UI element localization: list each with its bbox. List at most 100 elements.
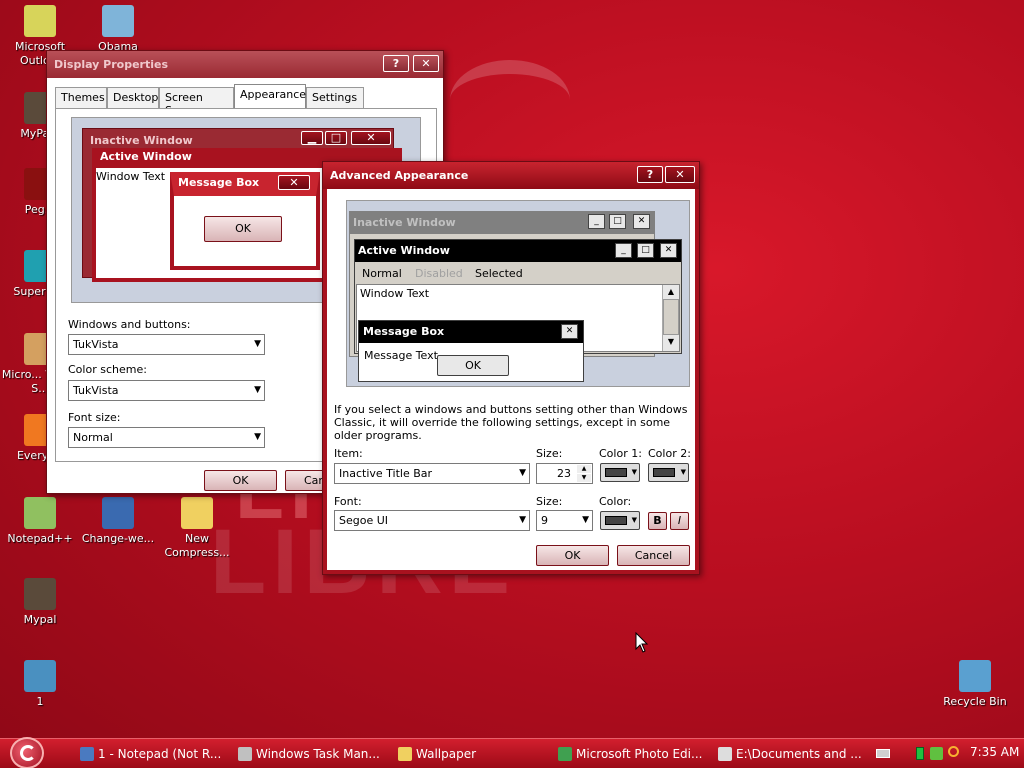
item-value: Inactive Title Bar	[339, 467, 433, 480]
mouse-cursor-icon	[635, 632, 649, 653]
maximize-icon: □	[637, 243, 654, 258]
preview-message-box: Message Box ✕ OK	[170, 172, 320, 270]
adv-message-box-title: Message Box	[359, 321, 583, 343]
color1-label: Color 1:	[599, 447, 642, 460]
zip-folder-icon	[181, 497, 213, 529]
start-button[interactable]	[10, 737, 44, 768]
app-icon	[80, 747, 94, 761]
font-color-picker[interactable]: ▼	[600, 511, 640, 530]
close-button[interactable]: ✕	[665, 166, 695, 183]
search-icon[interactable]	[948, 746, 959, 757]
scroll-thumb	[663, 299, 679, 335]
windows-buttons-select[interactable]: TukVista ▼	[68, 334, 265, 355]
maximize-icon: □	[609, 214, 626, 229]
taskbar-button[interactable]: E:\Documents and ...	[716, 743, 866, 765]
obama-image-icon	[102, 5, 134, 37]
scroll-down-icon: ▼	[667, 337, 675, 346]
scrollbar: ▲ ▼	[662, 285, 679, 351]
menu-normal: Normal	[362, 267, 402, 280]
outlook-icon	[24, 5, 56, 37]
color-swatch	[605, 516, 627, 525]
color-swatch	[653, 468, 675, 477]
desktop-icon-label: Mypal	[23, 613, 57, 626]
network-icon[interactable]	[916, 747, 924, 760]
font-select[interactable]: Segoe UI ▼	[334, 510, 530, 531]
taskbar-button[interactable]: Microsoft Photo Edi...	[556, 743, 706, 765]
adv-window-text: Window Text	[360, 287, 430, 300]
window-title: Display Properties	[54, 58, 169, 71]
chevron-down-icon: ▼	[631, 516, 637, 524]
taskbar-button[interactable]: Wallpaper	[396, 743, 546, 765]
bold-toggle[interactable]: B	[648, 512, 667, 530]
desktop-icon[interactable]: Change-we...	[78, 497, 158, 546]
close-button[interactable]: ✕	[413, 55, 439, 72]
tab-settings[interactable]: Settings	[306, 87, 364, 108]
mypal-icon	[24, 578, 56, 610]
adv-message-text: Message Text	[364, 349, 438, 362]
color-scheme-select[interactable]: TukVista ▼	[68, 380, 265, 401]
desktop-icon[interactable]: Mypal	[0, 578, 80, 627]
tab-desktop[interactable]: Desktop	[107, 87, 159, 108]
keyboard-icon[interactable]	[876, 749, 890, 758]
font-size-select[interactable]: 9 ▼	[536, 510, 593, 531]
help-button[interactable]: ?	[383, 55, 409, 72]
advanced-preview: Inactive Window _ □ ✕ Active Window _ □ …	[346, 200, 690, 387]
color-scheme-label: Color scheme:	[68, 363, 147, 376]
cancel-button[interactable]: Cancel	[617, 545, 690, 566]
color1-picker[interactable]: ▼	[600, 463, 640, 482]
item-select[interactable]: Inactive Title Bar ▼	[334, 463, 530, 484]
ok-button[interactable]: OK	[204, 470, 277, 491]
clock[interactable]: 7:35 AM	[970, 745, 1019, 759]
spin-down-icon[interactable]: ▼	[577, 474, 591, 482]
spin-up-icon[interactable]: ▲	[577, 465, 591, 473]
color2-label: Color 2:	[648, 447, 691, 460]
taskbar-button[interactable]: 1 - Notepad (Not R...	[78, 743, 228, 765]
preview-window-text: Window Text	[96, 170, 166, 183]
font-size-label: Size:	[536, 495, 563, 508]
font-size-value: 9	[541, 514, 548, 527]
app-icon	[558, 747, 572, 761]
italic-toggle[interactable]: I	[670, 512, 689, 530]
close-icon: ✕	[660, 243, 677, 258]
advanced-appearance-dialog: Advanced Appearance ? ✕ Inactive Window …	[322, 161, 700, 575]
desktop-icon[interactable]: 1	[0, 660, 80, 709]
app-icon	[718, 747, 732, 761]
display-properties-titlebar[interactable]: Display Properties ? ✕	[47, 51, 443, 78]
adv-preview-message-box: Message Box ✕ Message Text OK	[358, 320, 584, 382]
font-size-value: Normal	[73, 431, 113, 444]
scroll-up-icon: ▲	[667, 287, 675, 296]
windows-buttons-label: Windows and buttons:	[68, 318, 191, 331]
ok-button[interactable]: OK	[536, 545, 609, 566]
help-button[interactable]: ?	[637, 166, 663, 183]
tray-app-icon[interactable]	[930, 747, 943, 760]
dialog-frame-bottom	[323, 570, 699, 574]
taskbar-button-label: 1 - Notepad (Not R...	[98, 747, 222, 761]
color2-picker[interactable]: ▼	[648, 463, 689, 482]
chevron-down-icon: ▼	[680, 468, 686, 476]
desktop-icon[interactable]: Recycle Bin	[935, 660, 1015, 709]
desktop-icon[interactable]: Obama	[78, 5, 158, 54]
taskbar-button[interactable]: Windows Task Man...	[236, 743, 386, 765]
taskbar-button-label: E:\Documents and ...	[736, 747, 862, 761]
desktop-icon-label: Change-we...	[81, 532, 155, 545]
recycle-bin-icon	[959, 660, 991, 692]
font-size-label: Font size:	[68, 411, 121, 424]
size-label: Size:	[536, 447, 563, 460]
background-swoosh	[450, 60, 570, 140]
desktop-icon-label: Notepad++	[7, 532, 73, 545]
desktop-icon[interactable]: New Compress...	[157, 497, 237, 560]
menu-disabled: Disabled	[415, 267, 463, 280]
size-spinner[interactable]: 23 ▲ ▼	[536, 463, 593, 484]
color-swatch	[605, 468, 627, 477]
tab-appearance[interactable]: Appearance	[234, 84, 306, 109]
font-size-select[interactable]: Normal ▼	[68, 427, 265, 448]
preview-inactive-close: ✕	[351, 131, 391, 145]
font-label: Font:	[334, 495, 362, 508]
tab-themes[interactable]: Themes	[55, 87, 107, 108]
color-scheme-value: TukVista	[73, 384, 119, 397]
adv-preview-ok-button: OK	[437, 355, 509, 376]
advanced-appearance-titlebar[interactable]: Advanced Appearance ? ✕	[323, 162, 699, 189]
chevron-down-icon: ▼	[519, 515, 526, 525]
desktop-icon[interactable]: Notepad++	[0, 497, 80, 546]
tab-screen-saver[interactable]: Screen Saver	[159, 87, 234, 117]
